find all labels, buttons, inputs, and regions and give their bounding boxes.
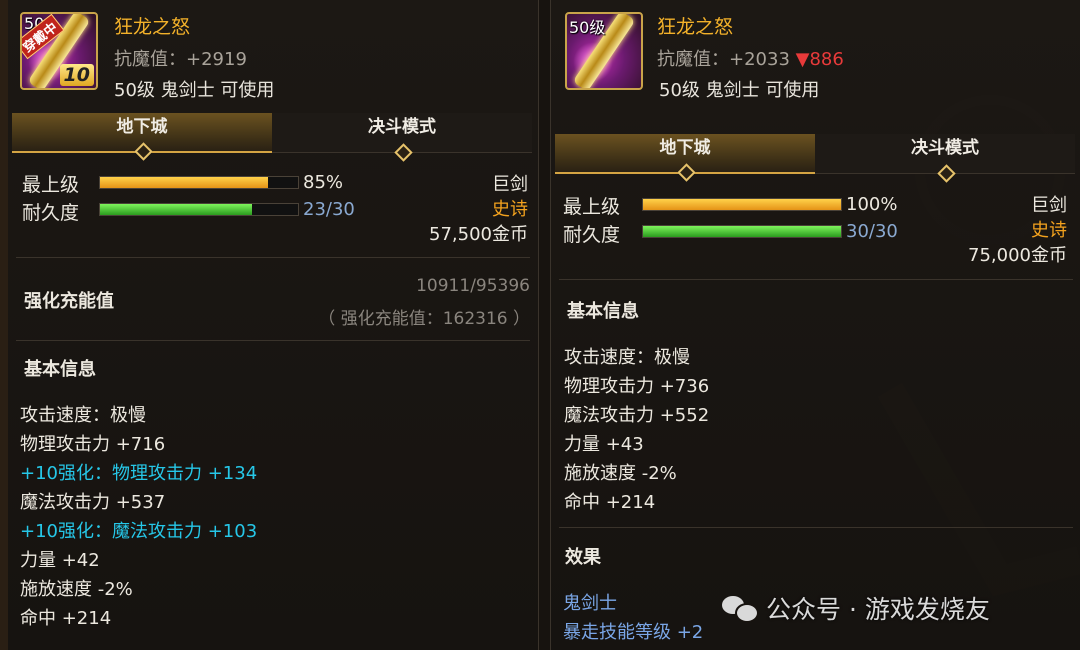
attribute-line: 攻击速度：极慢 <box>20 405 146 426</box>
grade-label: 最上级 <box>563 196 621 218</box>
magic-resist: 抗魔值：+2919 <box>114 49 247 70</box>
refine-progress: 10911/95396 <box>416 276 530 296</box>
attribute-line: 命中 +214 <box>564 492 656 513</box>
mode-tabs: 地下城 决斗模式 <box>555 134 1075 183</box>
durability-bar <box>99 203 299 216</box>
durability-value: 30/30 <box>846 221 898 242</box>
grade-bar <box>642 198 842 211</box>
tab-label: 决斗模式 <box>911 138 979 158</box>
durability-bar-fill <box>100 204 252 215</box>
divider <box>16 257 530 258</box>
attribute-line: 物理攻击力 +736 <box>564 376 710 397</box>
weapon-type: 巨剑 <box>1031 195 1067 216</box>
attribute-line: 魔法攻击力 +552 <box>564 405 710 426</box>
magic-resist-value: 抗魔值：+2033 <box>657 49 790 70</box>
attribute-line: 魔法攻击力 +537 <box>20 492 166 513</box>
attribute-line: 力量 +43 <box>564 434 644 455</box>
grade-value: 85% <box>303 172 344 193</box>
item-tooltip-equipped: 50 穿戴中 10 狂龙之怒 抗魔值：+2919 50级 鬼剑士 可使用 地下城… <box>8 0 539 650</box>
price: 75,000金币 <box>968 245 1067 266</box>
durability-bar <box>642 225 842 238</box>
item-icon[interactable]: 50级 <box>565 12 643 90</box>
attribute-line: 命中 +214 <box>20 608 112 629</box>
tab-pvp[interactable]: 决斗模式 <box>815 134 1075 183</box>
divider <box>559 527 1073 528</box>
tab-pvp[interactable]: 决斗模式 <box>272 113 532 162</box>
item-icon[interactable]: 50 穿戴中 10 <box>20 12 98 90</box>
effect-title: 效果 <box>565 547 601 568</box>
attribute-line: 攻击速度：极慢 <box>564 347 690 368</box>
grade-bar <box>99 176 299 189</box>
basic-info-title: 基本信息 <box>24 359 96 380</box>
watermark-text: 公众号 · 游戏发烧友 <box>766 595 990 624</box>
refine-total: （ 强化充能值：162316 ） <box>318 309 530 329</box>
basic-info-title: 基本信息 <box>567 301 639 322</box>
durability-bar-fill <box>643 226 841 237</box>
item-name: 狂龙之怒 <box>657 16 734 38</box>
tab-label: 地下城 <box>659 138 711 158</box>
effect-line: 暴走技能等级 +2 <box>563 622 704 643</box>
rarity: 史诗 <box>1031 220 1067 241</box>
tab-label: 地下城 <box>116 117 168 137</box>
diamond-icon <box>937 164 956 183</box>
divider <box>16 340 530 341</box>
attribute-line: +10强化：物理攻击力 +134 <box>20 463 258 484</box>
magic-resist: 抗魔值：+2033 ▼886 <box>657 45 844 71</box>
attribute-line: +10强化：魔法攻击力 +103 <box>20 521 258 542</box>
usable-requirement: 50级 鬼剑士 可使用 <box>114 80 275 101</box>
item-name: 狂龙之怒 <box>114 16 191 38</box>
grade-label: 最上级 <box>22 174 80 196</box>
durability-value: 23/30 <box>303 199 355 220</box>
divider <box>559 279 1073 280</box>
mode-tabs: 地下城 决斗模式 <box>12 113 532 162</box>
refine-title: 强化充能值 <box>24 291 114 312</box>
magic-resist-decrease: ▼886 <box>795 49 844 70</box>
diamond-icon <box>394 143 413 162</box>
grade-bar-fill <box>643 199 841 210</box>
level-tag: 50级 <box>569 18 606 37</box>
wechat-icon <box>722 594 759 623</box>
effect-line: 鬼剑士 <box>563 593 617 614</box>
weapon-type: 巨剑 <box>492 174 528 195</box>
enhance-level-tag: 10 <box>59 64 94 86</box>
durability-label: 耐久度 <box>22 202 80 224</box>
durability-label: 耐久度 <box>563 224 621 246</box>
attribute-line: 施放速度 -2% <box>564 463 677 484</box>
diamond-icon <box>677 163 696 182</box>
attribute-line: 物理攻击力 +716 <box>20 434 166 455</box>
tab-label: 决斗模式 <box>368 117 436 137</box>
grade-bar-fill <box>100 177 269 188</box>
item-tooltip-compare: 50级 狂龙之怒 抗魔值：+2033 ▼886 50级 鬼剑士 可使用 地下城 … <box>550 0 1080 650</box>
price: 57,500金币 <box>429 224 528 245</box>
attribute-line: 施放速度 -2% <box>20 579 133 600</box>
tab-dungeon[interactable]: 地下城 <box>555 134 815 182</box>
grade-value: 100% <box>846 194 898 215</box>
usable-requirement: 50级 鬼剑士 可使用 <box>659 80 820 101</box>
watermark: 公众号 · 游戏发烧友 <box>722 590 990 626</box>
rarity: 史诗 <box>492 199 528 220</box>
attribute-line: 力量 +42 <box>20 550 100 571</box>
diamond-icon <box>134 142 153 161</box>
tab-dungeon[interactable]: 地下城 <box>12 113 272 161</box>
